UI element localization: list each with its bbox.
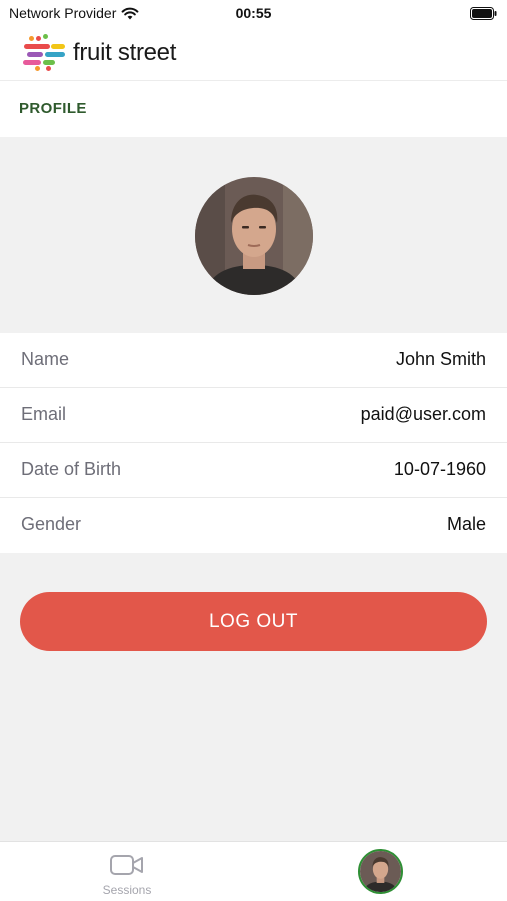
tab-profile[interactable] <box>358 849 403 894</box>
profile-row-email: Email paid@user.com <box>0 388 507 443</box>
field-label: Date of Birth <box>21 459 122 479</box>
profile-photo <box>360 851 401 892</box>
field-value: paid@user.com <box>360 404 486 424</box>
field-value: Male <box>446 514 486 534</box>
tab-sessions-label: Sessions <box>102 883 152 897</box>
field-label: Gender <box>21 514 82 534</box>
profile-row-date-of-birth: Date of Birth 10-07-1960 <box>0 443 507 498</box>
field-label: Email <box>21 404 67 424</box>
status-bar: Network Provider 00:55 <box>0 0 507 28</box>
video-camera-icon <box>110 855 143 875</box>
battery-icon <box>470 7 497 20</box>
profile-row-name: Name John Smith <box>0 333 507 388</box>
avatar <box>358 849 403 894</box>
profile-photo <box>195 177 313 295</box>
field-label: Name <box>21 349 70 369</box>
app-name: fruit street <box>73 39 177 66</box>
fruit-street-logo-icon <box>23 34 65 71</box>
tab-bar: Sessions <box>0 841 507 901</box>
profile-row-gender: Gender Male <box>0 498 507 553</box>
section-header: PROFILE <box>0 81 507 137</box>
avatar-section <box>0 137 507 333</box>
profile-info-list: Name John Smith Email paid@user.com Date… <box>0 333 507 553</box>
status-time: 00:55 <box>235 5 272 21</box>
tab-sessions[interactable]: Sessions <box>77 852 177 898</box>
logout-button[interactable]: LOG OUT <box>20 592 487 651</box>
profile-avatar[interactable] <box>195 177 313 295</box>
field-value: 10-07-1960 <box>393 459 486 479</box>
app-header: fruit street <box>0 28 507 81</box>
page-title: PROFILE <box>19 100 87 117</box>
field-value: John Smith <box>395 349 486 369</box>
